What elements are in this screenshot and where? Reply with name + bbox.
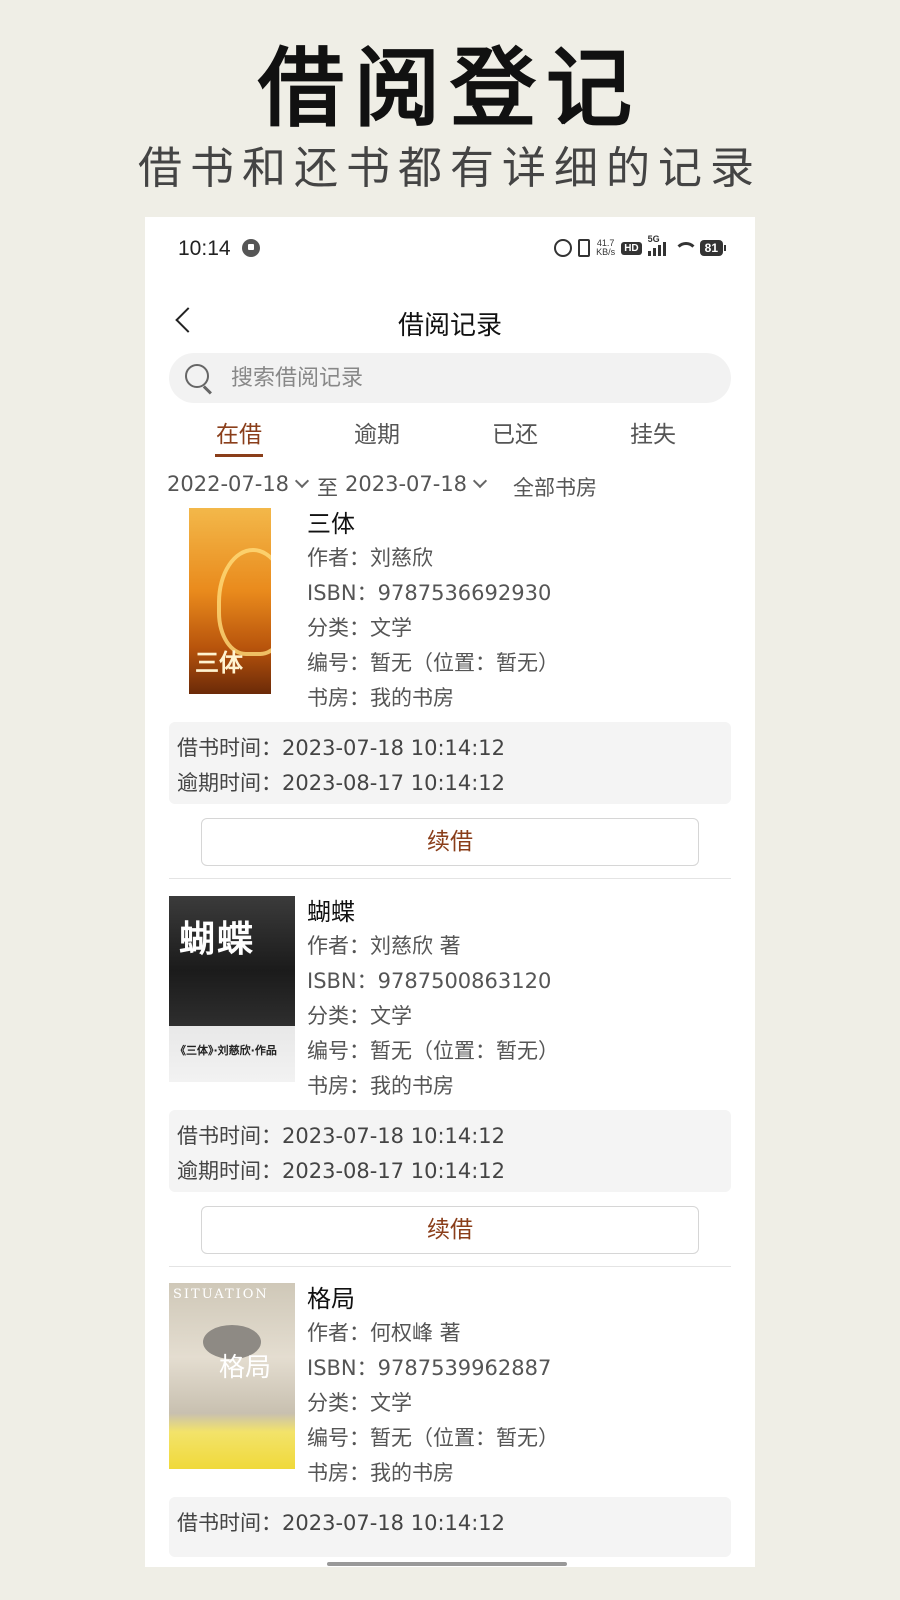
- cover-subtitle: 《三体》·刘慈欣·作品: [175, 1044, 277, 1057]
- search-icon: [185, 364, 215, 394]
- book-isbn: ISBN：9787536692930: [307, 581, 552, 605]
- tab-label: 已还: [492, 422, 538, 448]
- cover-title: 蝴蝶: [179, 918, 256, 960]
- alarm-icon: [554, 239, 573, 257]
- divider: [169, 878, 731, 879]
- book-number: 编号：暂无（位置：暂无）: [307, 1039, 559, 1063]
- network-speed: 41.7 KB/s: [596, 239, 615, 257]
- status-time: 10:14: [178, 237, 231, 260]
- list-item[interactable]: 蝴蝶 《三体》·刘慈欣·作品 蝴蝶 作者：刘慈欣 著 ISBN：97875008…: [145, 890, 755, 1276]
- overdue-time: 逾期时间：2023-08-17 10:14:12: [177, 1159, 506, 1183]
- page-title: 借阅记录: [397, 311, 502, 341]
- signal-icon: 5G: [647, 234, 666, 256]
- book-room: 书房：我的书房: [307, 1461, 454, 1485]
- tab-label: 挂失: [630, 422, 676, 448]
- borrow-time-box: 借书时间：2023-07-18 10:14:12 逾期时间：2023-08-17…: [169, 1110, 731, 1192]
- cover-subtitle: SITUATION: [173, 1287, 269, 1302]
- tab-borrowing[interactable]: 在借: [169, 415, 309, 463]
- battery-icon: 81: [699, 240, 727, 256]
- room-filter[interactable]: 全部书房: [513, 472, 597, 502]
- book-category: 分类：文学: [307, 1391, 412, 1415]
- book-category: 分类：文学: [307, 616, 412, 640]
- overdue-time: 逾期时间：2023-08-17 10:14:12: [177, 771, 506, 795]
- date-range-separator: 至: [317, 476, 338, 500]
- tab-active-indicator: [215, 454, 263, 457]
- book-author: 作者：何权峰 著: [307, 1321, 461, 1345]
- promo-subtitle: 借书和还书都有详细的记录: [138, 143, 762, 194]
- cover-title: 三体: [195, 648, 243, 677]
- network-type: 5G: [647, 234, 660, 244]
- book-title: 格局: [307, 1285, 355, 1313]
- end-date: 2023-07-18: [345, 472, 468, 496]
- book-title: 三体: [307, 510, 355, 538]
- borrow-time-box: 借书时间：2023-07-18 10:14:12: [169, 1497, 731, 1557]
- phone-screen: 10:14 41.7 KB/s HD 5G 81 借阅记录 在借: [145, 217, 755, 1567]
- book-cover-image: 三体: [189, 508, 271, 694]
- book-room: 书房：我的书房: [307, 1074, 454, 1098]
- search-input[interactable]: [231, 353, 711, 403]
- list-item[interactable]: 三体 三体 作者：刘慈欣 ISBN：9787536692930 分类：文学 编号…: [145, 502, 755, 888]
- filter-row: 2022-07-18 至 2023-07-18 全部书房: [167, 472, 737, 502]
- book-room: 书房：我的书房: [307, 686, 454, 710]
- status-icons: 41.7 KB/s HD 5G 81: [554, 234, 727, 259]
- book-number: 编号：暂无（位置：暂无）: [307, 651, 559, 675]
- hd-icon: HD: [621, 241, 642, 255]
- book-cover-image: 蝴蝶 《三体》·刘慈欣·作品: [169, 896, 295, 1082]
- tab-label: 逾期: [354, 422, 400, 448]
- book-author: 作者：刘慈欣: [307, 546, 433, 570]
- promo-title: 借阅登记: [258, 38, 642, 139]
- borrow-time: 借书时间：2023-07-18 10:14:12: [177, 736, 506, 760]
- book-isbn: ISBN：9787500863120: [307, 969, 552, 993]
- book-number: 编号：暂无（位置：暂无）: [307, 1426, 559, 1450]
- book-title: 蝴蝶: [307, 898, 355, 926]
- tab-label: 在借: [216, 422, 262, 448]
- book-category: 分类：文学: [307, 1004, 412, 1028]
- message-notification-icon: [242, 239, 260, 257]
- renew-button[interactable]: 续借: [201, 1206, 699, 1254]
- book-isbn: ISBN：9787539962887: [307, 1356, 552, 1380]
- borrow-time-box: 借书时间：2023-07-18 10:14:12 逾期时间：2023-08-17…: [169, 722, 731, 804]
- home-indicator[interactable]: [327, 1562, 567, 1566]
- network-speed-unit: KB/s: [596, 247, 616, 257]
- status-tabs: 在借 逾期 已还 挂失: [169, 415, 731, 463]
- vibrate-icon: [578, 239, 591, 257]
- book-cover-image: SITUATION 格局: [169, 1283, 295, 1469]
- borrow-time: 借书时间：2023-07-18 10:14:12: [177, 1124, 506, 1148]
- chevron-down-icon: [294, 473, 310, 489]
- tab-lost[interactable]: 挂失: [583, 415, 723, 463]
- cover-title: 格局: [219, 1353, 272, 1383]
- tab-returned[interactable]: 已还: [445, 415, 585, 463]
- borrow-time: 借书时间：2023-07-18 10:14:12: [177, 1511, 506, 1535]
- tab-overdue[interactable]: 逾期: [307, 415, 447, 463]
- search-bar[interactable]: [169, 353, 731, 403]
- renew-button[interactable]: 续借: [201, 818, 699, 866]
- start-date-filter[interactable]: 2022-07-18: [167, 472, 310, 496]
- end-date-filter[interactable]: 2023-07-18: [345, 472, 488, 496]
- wifi-icon: [672, 240, 698, 256]
- status-bar: 10:14 41.7 KB/s HD 5G 81: [145, 217, 755, 287]
- divider: [169, 1266, 731, 1267]
- start-date: 2022-07-18: [167, 472, 290, 496]
- list-item[interactable]: SITUATION 格局 格局 作者：何权峰 著 ISBN：9787539962…: [145, 1277, 755, 1567]
- nav-bar: 借阅记录: [145, 287, 755, 357]
- chevron-down-icon: [472, 473, 488, 489]
- book-author: 作者：刘慈欣 著: [307, 934, 461, 958]
